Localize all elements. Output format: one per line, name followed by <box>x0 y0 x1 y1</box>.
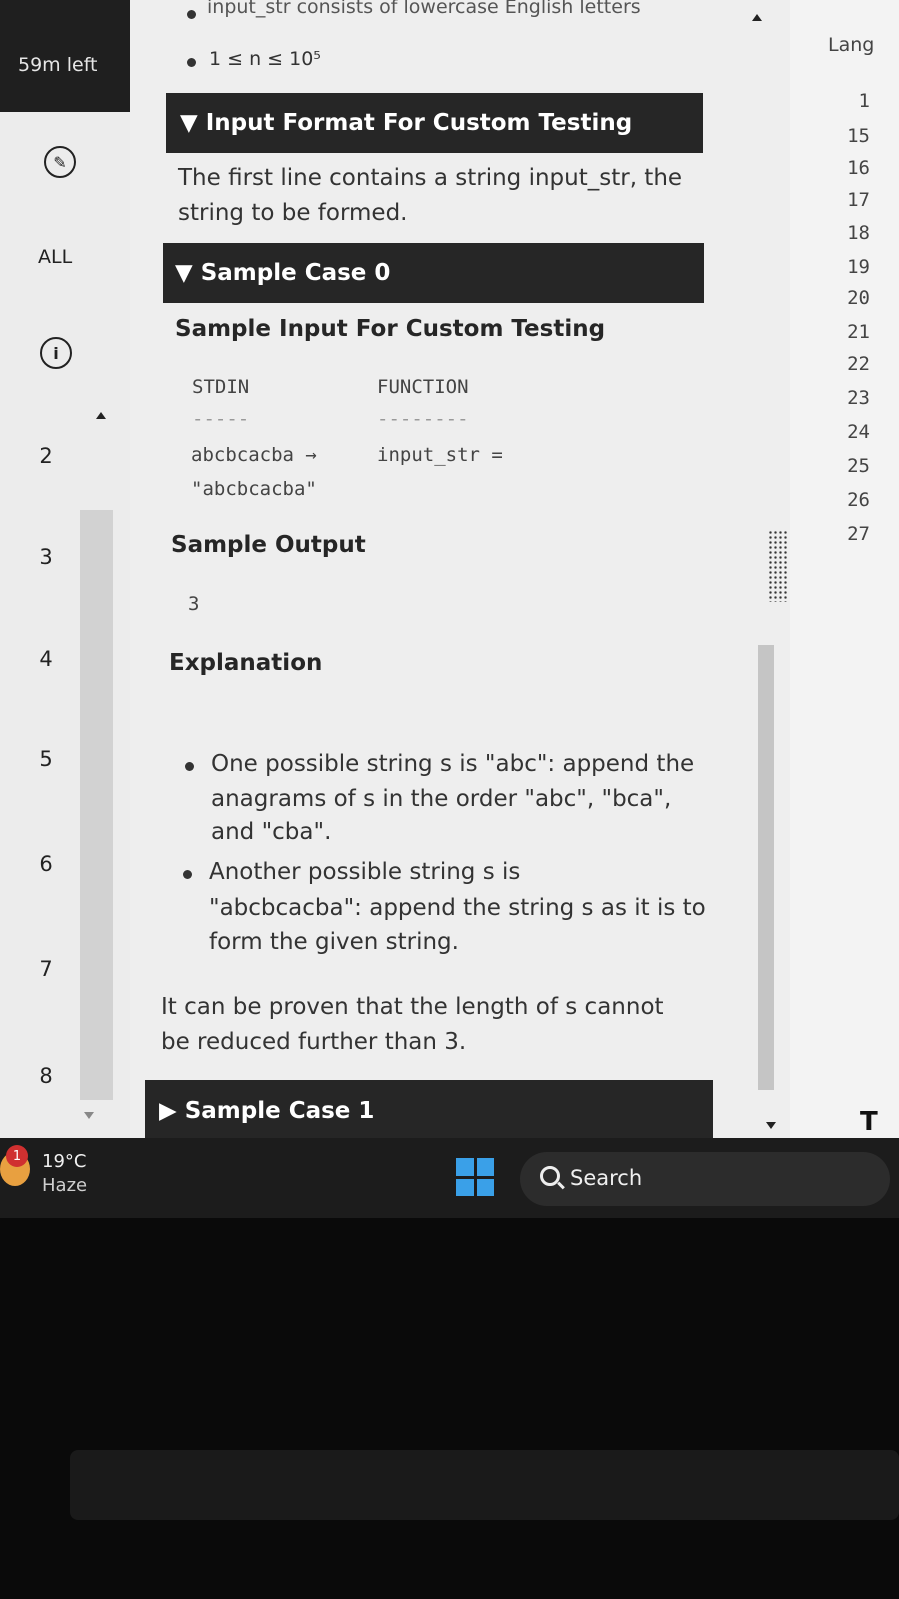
taskbar: 1 19°C Haze Search <box>0 1138 899 1218</box>
sample-case-1-header[interactable]: ▶ Sample Case 1 <box>145 1080 713 1142</box>
sidebar-scroll-down-icon[interactable] <box>84 1112 94 1119</box>
windows-logo-pane <box>456 1178 474 1196</box>
question-sidebar: 59m left ✎ ALL i 2 3 4 5 6 7 8 <box>0 0 130 1160</box>
question-number-6[interactable]: 6 <box>36 852 56 876</box>
line-number: 1 <box>858 90 870 112</box>
line-number: 20 <box>847 287 870 309</box>
line-number: 26 <box>847 489 870 511</box>
question-number-3[interactable]: 3 <box>36 545 56 569</box>
drag-handle-icon[interactable] <box>768 530 788 602</box>
search-icon <box>540 1166 560 1186</box>
bullet-dot <box>187 58 196 67</box>
content-scroll-up-icon[interactable] <box>752 14 762 21</box>
bullet-dot <box>183 870 192 879</box>
explanation-heading: Explanation <box>169 650 323 676</box>
timer-box: 59m left <box>0 0 130 112</box>
explanation-bullet2-line2: "abcbcacba": append the string s as it i… <box>209 895 706 921</box>
conclusion-line1: It can be proven that the length of s ca… <box>161 994 664 1020</box>
app-screen: 59m left ✎ ALL i 2 3 4 5 6 7 8 input_str… <box>0 0 899 1160</box>
function-value: input_str = <box>377 444 503 466</box>
info-icon[interactable]: i <box>40 337 72 369</box>
line-number: 16 <box>847 157 870 179</box>
sample-input-heading: Sample Input For Custom Testing <box>175 316 606 342</box>
question-number-2[interactable]: 2 <box>36 444 56 468</box>
explanation-bullet1-line3: and "cba". <box>211 819 332 845</box>
problem-description: input_str consists of lowercase English … <box>145 0 760 1160</box>
sample-case-1-label: ▶ Sample Case 1 <box>159 1098 375 1124</box>
line-number: 19 <box>847 256 870 278</box>
function-label: FUNCTION <box>377 376 469 398</box>
timer-text: 59m left <box>18 54 98 76</box>
stdin-value-line2: "abcbcacba" <box>191 478 317 500</box>
search-label: Search <box>570 1166 643 1190</box>
editor-partial-label: T <box>860 1107 878 1137</box>
weather-temp[interactable]: 19°C <box>42 1151 86 1172</box>
taskbar-search[interactable]: Search <box>520 1152 890 1206</box>
explanation-bullet1-line2: anagrams of s in the order "abc", "bca", <box>211 786 672 812</box>
windows-logo-pane <box>456 1158 474 1176</box>
explanation-bullet2-line1: Another possible string s is <box>209 859 521 885</box>
line-number: 24 <box>847 421 870 443</box>
input-format-header-label: ▼ Input Format For Custom Testing <box>180 110 633 136</box>
content-scrollbar[interactable] <box>758 645 774 1090</box>
bullet-dot <box>187 10 196 19</box>
weather-desc[interactable]: Haze <box>42 1175 87 1196</box>
stdin-label: STDIN <box>192 376 250 398</box>
all-questions-label[interactable]: ALL <box>38 246 72 268</box>
line-number: 25 <box>847 455 870 477</box>
explanation-bullet2-line3: form the given string. <box>209 929 459 955</box>
windows-logo-pane <box>476 1158 494 1176</box>
function-dashes: -------- <box>377 408 469 430</box>
sample-case-0-label: ▼ Sample Case 0 <box>175 260 391 286</box>
question-number-5[interactable]: 5 <box>36 747 56 771</box>
sample-case-0-header[interactable]: ▼ Sample Case 0 <box>163 243 704 303</box>
sidebar-scroll-up-icon[interactable] <box>96 412 106 419</box>
question-number-8[interactable]: 8 <box>36 1064 56 1088</box>
weather-badge: 1 <box>6 1145 28 1167</box>
pen-icon[interactable]: ✎ <box>44 146 76 178</box>
constraint-text: input_str consists of lowercase English … <box>207 0 641 18</box>
input-format-line1: The first line contains a string input_s… <box>178 165 683 191</box>
screen-reflection <box>70 1450 899 1520</box>
line-number: 27 <box>847 523 870 545</box>
question-number-7[interactable]: 7 <box>36 957 56 981</box>
line-number: 18 <box>847 222 870 244</box>
windows-logo-pane <box>476 1178 494 1196</box>
question-number-4[interactable]: 4 <box>36 647 56 671</box>
input-format-line2: string to be formed. <box>178 200 408 226</box>
content-scroll-down-icon[interactable] <box>766 1122 776 1129</box>
line-number: 23 <box>847 387 870 409</box>
explanation-bullet1-line1: One possible string s is "abc": append t… <box>211 751 695 777</box>
windows-logo-icon[interactable] <box>456 1158 494 1196</box>
stdin-value: abcbcacba → <box>191 444 317 466</box>
bullet-dot <box>185 762 194 771</box>
sample-output-heading: Sample Output <box>171 532 366 558</box>
code-editor-pane: Lang 1 15 16 17 18 19 20 21 22 23 24 25 … <box>790 0 899 1160</box>
sidebar-scrollbar[interactable] <box>80 510 113 1100</box>
line-number: 15 <box>847 125 870 147</box>
input-format-header[interactable]: ▼ Input Format For Custom Testing <box>166 93 703 153</box>
stdin-dashes: ----- <box>192 408 250 430</box>
conclusion-line2: be reduced further than 3. <box>161 1029 467 1055</box>
line-number: 22 <box>847 353 870 375</box>
sample-output-value: 3 <box>188 593 200 615</box>
line-number: 21 <box>847 321 870 343</box>
language-selector[interactable]: Lang <box>828 34 874 56</box>
line-number: 17 <box>847 189 870 211</box>
constraint-n: 1 ≤ n ≤ 10⁵ <box>209 48 321 70</box>
